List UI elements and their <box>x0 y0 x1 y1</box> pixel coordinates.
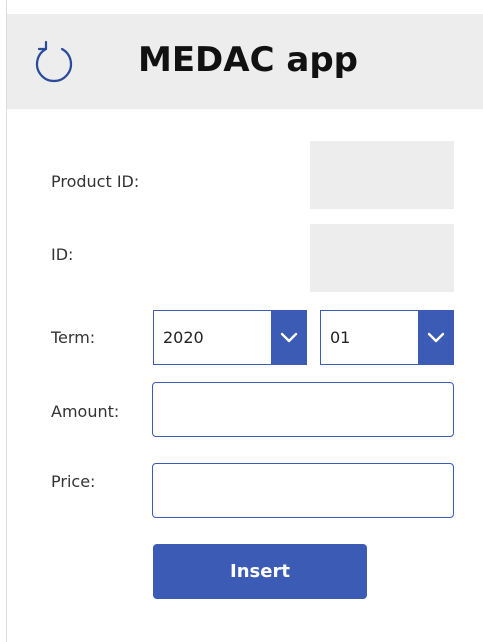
term-month-value: 01 <box>330 328 351 347</box>
price-input[interactable] <box>152 463 454 518</box>
term-year-value: 2020 <box>163 328 204 347</box>
product-id-value <box>310 141 454 209</box>
term-month-dropdown[interactable]: 01 <box>320 310 454 365</box>
app-title: MEDAC app <box>138 40 359 80</box>
id-value <box>310 224 454 292</box>
chevron-down-icon[interactable] <box>418 310 454 365</box>
product-id-label: Product ID: <box>51 172 140 191</box>
chevron-down-icon[interactable] <box>271 310 307 365</box>
amount-label: Amount: <box>51 402 120 421</box>
price-label: Price: <box>51 472 96 491</box>
id-label: ID: <box>51 245 74 264</box>
amount-input[interactable] <box>152 382 454 437</box>
refresh-icon[interactable] <box>30 38 78 86</box>
term-label: Term: <box>51 328 96 347</box>
insert-button[interactable]: Insert <box>153 544 367 599</box>
app-screen: MEDAC app Product ID: ID: Term: 2020 01 … <box>0 0 483 642</box>
term-year-dropdown[interactable]: 2020 <box>153 310 307 365</box>
